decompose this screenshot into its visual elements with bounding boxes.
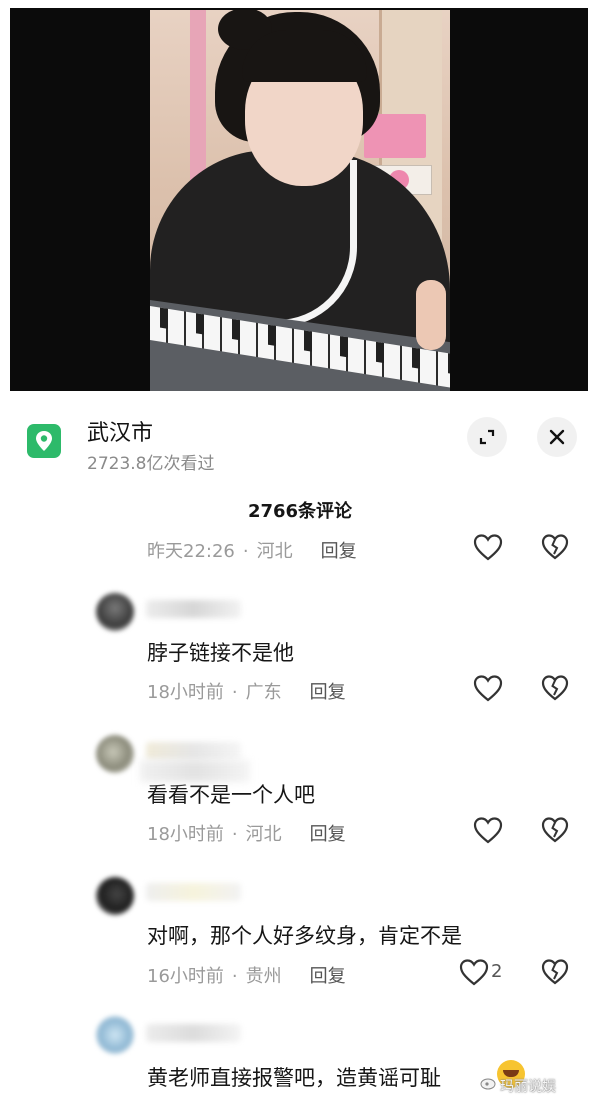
- comment-region: 河北: [256, 541, 293, 562]
- map-pin-icon: [27, 424, 61, 458]
- comment-meta: 昨天22:26 · 河北 回复: [147, 541, 357, 562]
- avatar[interactable]: [96, 735, 134, 773]
- username-blurred[interactable]: [146, 883, 241, 901]
- heart-icon[interactable]: [472, 532, 504, 562]
- broken-heart-icon[interactable]: [540, 673, 570, 703]
- comment-text: 看看不是一个人吧: [147, 783, 315, 807]
- weibo-logo-icon: [480, 1078, 496, 1090]
- username-blurred[interactable]: [146, 742, 241, 760]
- close-button[interactable]: [537, 417, 577, 457]
- comment-meta: 18小时前 · 河北 回复: [147, 824, 346, 845]
- broken-heart-icon[interactable]: [540, 957, 570, 987]
- video-hand: [416, 280, 446, 350]
- reply-button[interactable]: 回复: [310, 966, 346, 987]
- expand-icon: [479, 429, 495, 445]
- video-bangs: [242, 30, 367, 82]
- comment-text: 脖子链接不是他: [147, 641, 294, 665]
- video-frame: [150, 10, 450, 391]
- comment-region: 贵州: [245, 966, 282, 987]
- username-blurred[interactable]: [146, 600, 241, 618]
- comment-time: 16小时前: [147, 966, 224, 987]
- avatar[interactable]: [96, 877, 134, 915]
- broken-heart-icon[interactable]: [540, 532, 570, 562]
- comment-time: 昨天22:26: [147, 541, 235, 562]
- username-blur-overlay: [140, 760, 250, 782]
- location-views: 2723.8亿次看过: [87, 454, 215, 474]
- reply-button[interactable]: 回复: [321, 541, 357, 562]
- username-blurred[interactable]: [146, 1024, 241, 1042]
- comment-count: 2766条评论: [247, 501, 353, 522]
- close-icon: [549, 429, 565, 445]
- comment-text: 对啊，那个人好多纹身，肯定不是: [147, 924, 462, 948]
- comment-meta: 18小时前 · 广东 回复: [147, 682, 346, 703]
- heart-icon[interactable]: [458, 957, 490, 987]
- comment-time: 18小时前: [147, 682, 224, 703]
- broken-heart-icon[interactable]: [540, 815, 570, 845]
- video-tube: [150, 160, 357, 327]
- comment-time: 18小时前: [147, 824, 224, 845]
- avatar[interactable]: [96, 1016, 134, 1054]
- like-count: 2: [491, 961, 503, 982]
- comment-region: 河北: [245, 824, 282, 845]
- avatar[interactable]: [96, 593, 134, 631]
- comment-meta: 16小时前 · 贵州 回复: [147, 966, 346, 987]
- video-player[interactable]: [10, 8, 588, 391]
- watermark: 玛丽说娱: [500, 1079, 556, 1095]
- reply-button[interactable]: 回复: [310, 824, 346, 845]
- reply-button[interactable]: 回复: [310, 682, 346, 703]
- location-bar[interactable]: 武汉市 2723.8亿次看过: [0, 405, 600, 475]
- expand-button[interactable]: [467, 417, 507, 457]
- comment-text: 黄老师直接报警吧，造黄谣可耻: [147, 1066, 441, 1090]
- heart-icon[interactable]: [472, 673, 504, 703]
- comment-region: 广东: [245, 682, 282, 703]
- location-city: 武汉市: [87, 421, 154, 446]
- heart-icon[interactable]: [472, 815, 504, 845]
